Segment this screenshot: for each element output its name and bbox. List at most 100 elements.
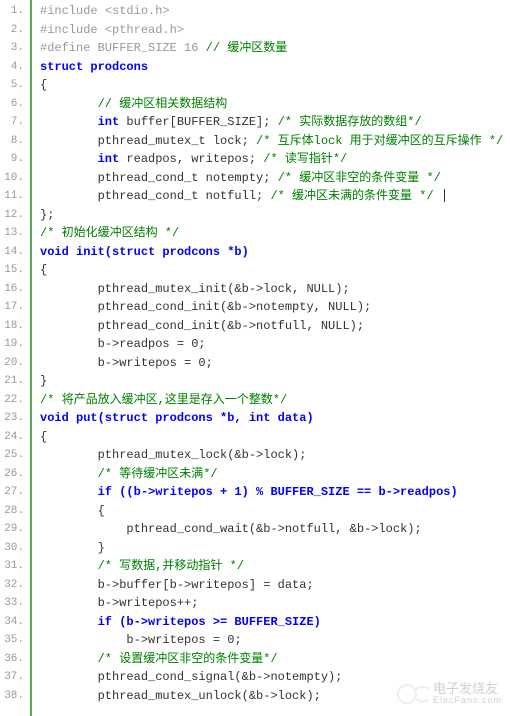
code-line: pthread_cond_init(&b->notfull, NULL); [40,317,510,336]
line-number: 25. [2,446,24,465]
code-line: { [40,76,510,95]
code-line: pthread_cond_t notempty; /* 缓冲区非空的条件变量 *… [40,169,510,188]
token-keyword: struct prodcons [40,60,148,74]
code-line: }; [40,206,510,225]
code-container: 1.2.3.4.5.6.7.8.9.10.11.12.13.14.15.16.1… [0,0,510,716]
token-plain: pthread_mutex_t lock; [98,134,256,148]
line-number: 11. [2,187,24,206]
token-plain: pthread_mutex_lock(&b->lock); [98,448,307,462]
token-plain: pthread_cond_init(&b->notempty, NULL); [98,300,372,314]
line-number: 21. [2,372,24,391]
line-number: 5. [2,76,24,95]
line-number: 4. [2,58,24,77]
line-number: 28. [2,502,24,521]
line-number: 38. [2,687,24,706]
code-line: if (b->writepos >= BUFFER_SIZE) [40,613,510,632]
line-number: 32. [2,576,24,595]
token-plain: { [40,263,47,277]
token-plain: } [98,541,105,555]
code-line: if ((b->writepos + 1) % BUFFER_SIZE == b… [40,483,510,502]
line-number: 27. [2,483,24,502]
code-line: /* 初始化缓冲区结构 */ [40,224,510,243]
code-line: pthread_cond_wait(&b->notfull, &b->lock)… [40,520,510,539]
line-number: 29. [2,520,24,539]
watermark-title: 电子发烧友 [433,682,502,696]
token-preproc: #define BUFFER_SIZE 16 [40,41,206,55]
code-line: /* 写数据,并移动指针 */ [40,557,510,576]
token-plain: pthread_mutex_unlock(&b->lock); [98,689,321,703]
line-number: 2. [2,21,24,40]
token-plain: { [40,78,47,92]
code-line: pthread_mutex_init(&b->lock, NULL); [40,280,510,299]
line-number: 1. [2,2,24,21]
code-line: } [40,372,510,391]
code-line: /* 将产品放入缓冲区,这里是存入一个整数*/ [40,391,510,410]
line-number: 24. [2,428,24,447]
code-line: // 缓冲区相关数据结构 [40,95,510,114]
token-keyword: void init(struct prodcons *b) [40,245,249,259]
token-plain: b->writepos = 0; [126,633,241,647]
code-line: b->writepos++; [40,594,510,613]
code-line: pthread_mutex_lock(&b->lock); [40,446,510,465]
token-plain: readpos, writepos; [119,152,263,166]
token-comment: /* 写数据,并移动指针 */ [98,559,244,573]
line-number: 31. [2,557,24,576]
code-line: #define BUFFER_SIZE 16 // 缓冲区数量 [40,39,510,58]
token-plain: }; [40,208,54,222]
line-number: 23. [2,409,24,428]
line-number: 33. [2,594,24,613]
code-line: b->writepos = 0; [40,631,510,650]
line-number: 17. [2,298,24,317]
code-line: b->writepos = 0; [40,354,510,373]
line-number: 6. [2,95,24,114]
code-line: { [40,502,510,521]
token-comment: /* 读写指针*/ [263,152,347,166]
token-plain: pthread_cond_t notempty; [98,171,278,185]
line-number: 20. [2,354,24,373]
line-number: 37. [2,668,24,687]
token-comment: /* 等待缓冲区未满*/ [98,467,218,481]
code-line: int readpos, writepos; /* 读写指针*/ [40,150,510,169]
line-number: 16. [2,280,24,299]
line-number: 36. [2,650,24,669]
token-keyword: int [98,115,120,129]
line-number: 19. [2,335,24,354]
token-comment: /* 设置缓冲区非空的条件变量*/ [98,652,278,666]
line-number: 10. [2,169,24,188]
token-comment: /* 缓冲区非空的条件变量 */ [278,171,441,185]
code-line: void put(struct prodcons *b, int data) [40,409,510,428]
token-plain: b->writepos++; [98,596,199,610]
token-plain: } [40,374,47,388]
watermark: 电子发烧友 ElecFans.com [397,680,502,708]
line-number: 35. [2,631,24,650]
line-number: 8. [2,132,24,151]
token-plain: pthread_cond_t notfull; [98,189,271,203]
code-line: b->buffer[b->writepos] = data; [40,576,510,595]
token-comment: // 缓冲区相关数据结构 [98,97,228,111]
line-number: 22. [2,391,24,410]
token-plain: { [40,430,47,444]
token-plain: pthread_mutex_init(&b->lock, NULL); [98,282,350,296]
code-line: pthread_cond_t notfull; /* 缓冲区未满的条件变量 */ [40,187,510,206]
token-keyword: int [98,152,120,166]
token-preproc: #include <pthread.h> [40,23,184,37]
token-keyword: if (b->writepos >= BUFFER_SIZE) [98,615,321,629]
watermark-logo-icon [397,680,429,708]
line-number: 34. [2,613,24,632]
code-line: /* 等待缓冲区未满*/ [40,465,510,484]
line-number: 14. [2,243,24,262]
line-number: 9. [2,150,24,169]
line-number: 7. [2,113,24,132]
code-line: b->readpos = 0; [40,335,510,354]
line-number-gutter: 1.2.3.4.5.6.7.8.9.10.11.12.13.14.15.16.1… [0,0,32,716]
line-number: 15. [2,261,24,280]
token-plain: pthread_cond_init(&b->notfull, NULL); [98,319,364,333]
line-number: 12. [2,206,24,225]
token-comment: /* 初始化缓冲区结构 */ [40,226,179,240]
line-number: 13. [2,224,24,243]
token-comment: // 缓冲区数量 [206,41,288,55]
token-plain: buffer[BUFFER_SIZE]; [119,115,277,129]
token-comment: /* 将产品放入缓冲区,这里是存入一个整数*/ [40,393,287,407]
code-line: void init(struct prodcons *b) [40,243,510,262]
token-comment: /* 缓冲区未满的条件变量 */ [270,189,433,203]
